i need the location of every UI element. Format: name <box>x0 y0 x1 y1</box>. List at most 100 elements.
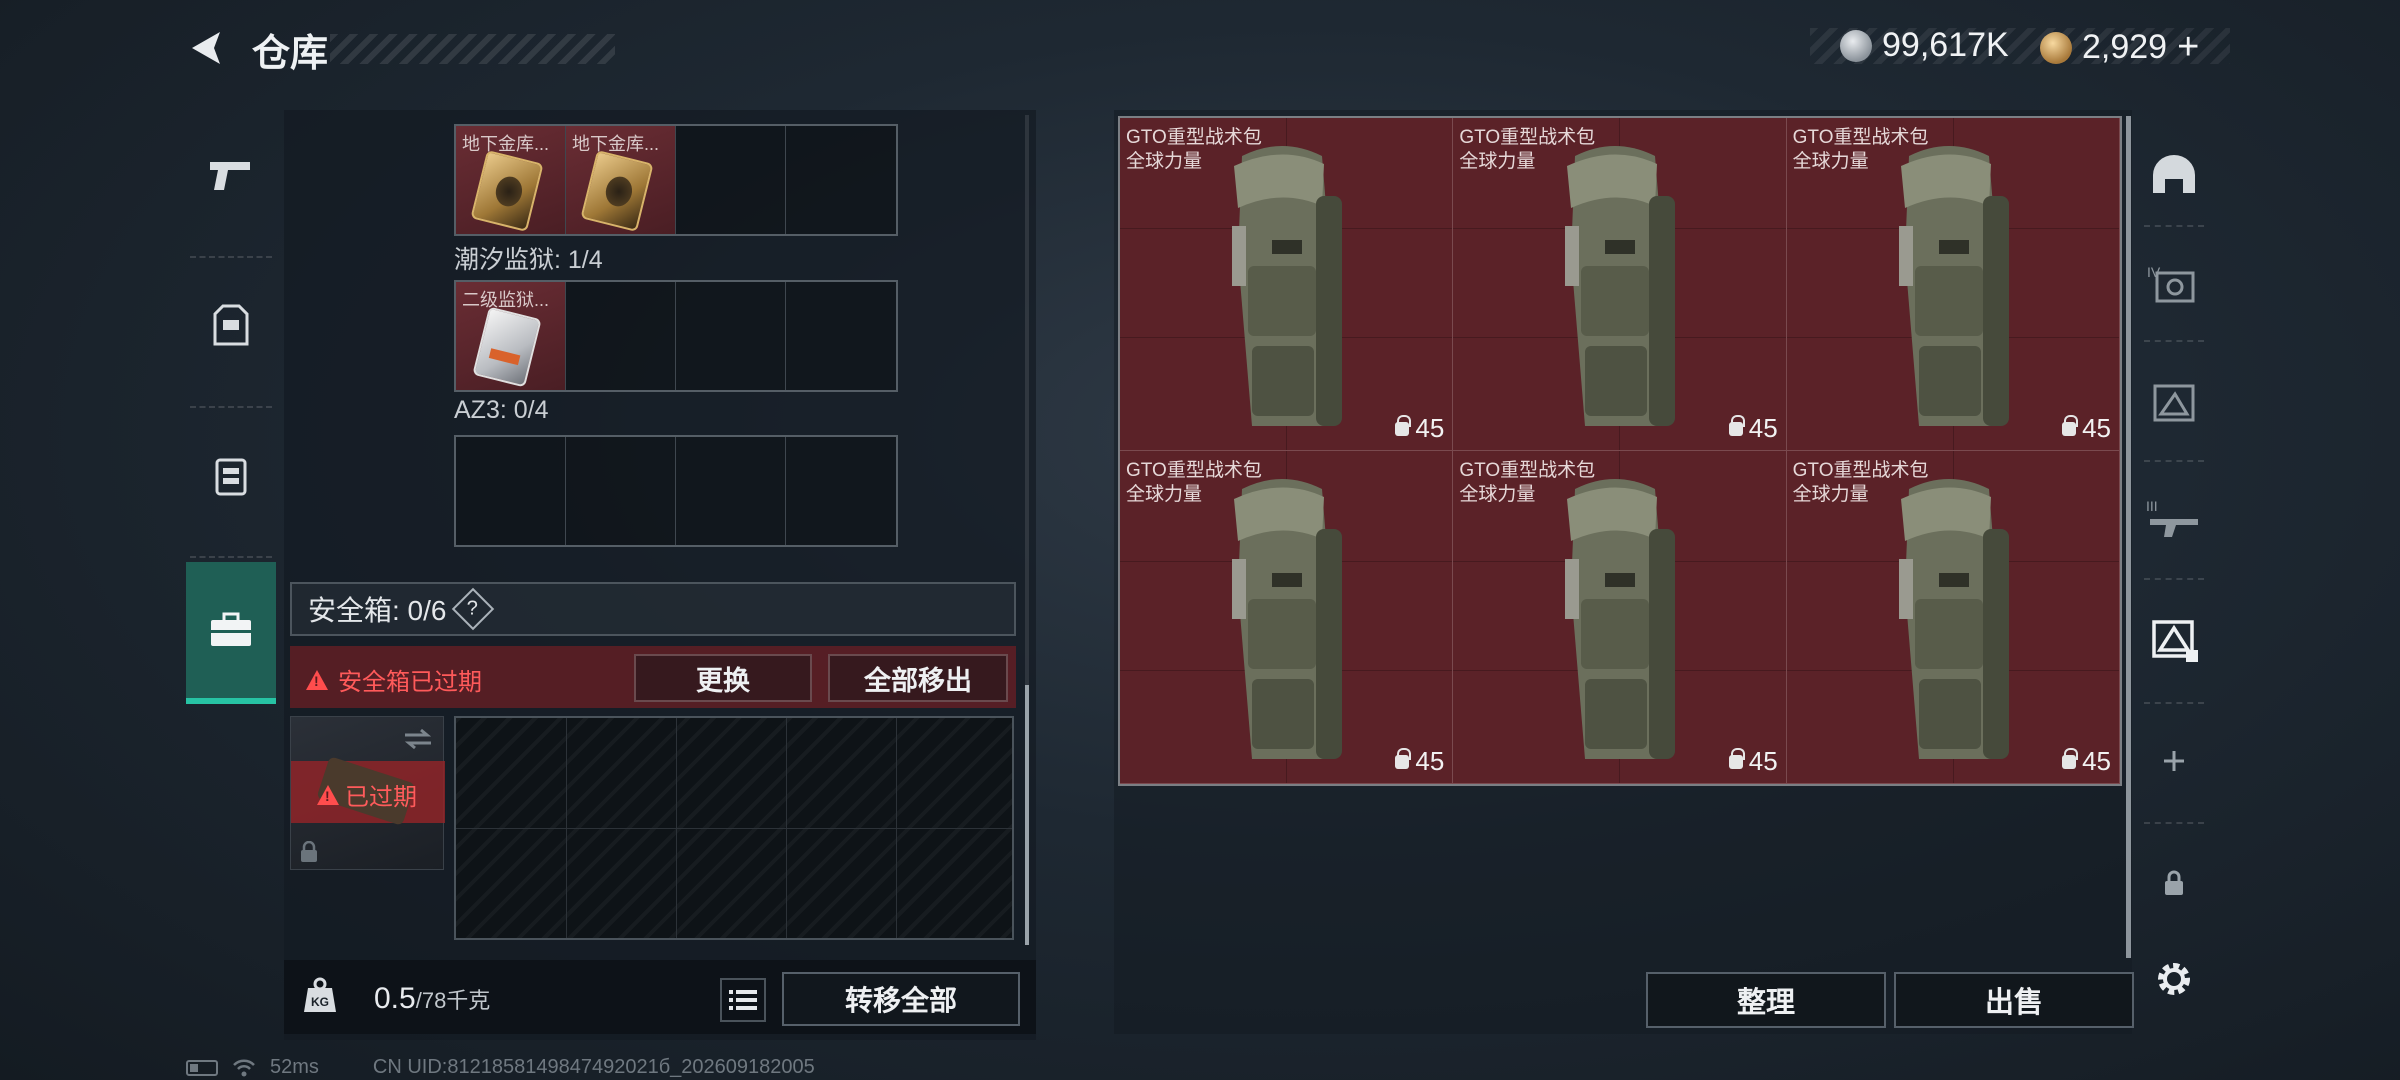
heavy-backpack-icon <box>1232 479 1342 759</box>
item-count: 45 <box>1395 413 1444 444</box>
storage-item-slot[interactable]: GTO重型战术包 全球力量 45 <box>1120 118 1454 451</box>
pistol-icon <box>210 162 250 190</box>
locked-storage-tab[interactable] <box>2134 828 2214 938</box>
sort-button[interactable]: 整理 <box>1646 972 1886 1028</box>
nav-helmet[interactable] <box>2134 120 2214 230</box>
storage-item-slot[interactable]: GTO重型战术包 全球力量 45 <box>1453 118 1787 451</box>
empty-slot[interactable] <box>676 282 786 390</box>
empty-slot[interactable] <box>786 282 896 390</box>
help-button[interactable]: ? <box>452 587 495 631</box>
safe-case-storage-grid <box>454 716 1014 940</box>
back-arrow-icon[interactable] <box>184 26 228 70</box>
storage-item-slot[interactable]: GTO重型战术包 全球力量 45 <box>1786 118 2120 451</box>
page-title: 仓库 <box>252 33 329 75</box>
add-currency-button[interactable]: + <box>2177 26 2199 69</box>
inventory-row-1: 地下金库... 地下金库... <box>454 124 898 236</box>
inventory-item-slot[interactable]: 地下金库... <box>566 126 676 234</box>
nav-safe-case[interactable] <box>186 562 276 704</box>
item-subtitle: 全球力量 <box>1459 151 1536 172</box>
storage-item-slot[interactable]: GTO重型战术包 全球力量 45 <box>1453 451 1787 784</box>
warning-icon <box>306 669 328 690</box>
vault-keycard-icon <box>470 150 544 232</box>
item-count-value: 45 <box>1748 413 1778 443</box>
storage-grid: GTO重型战术包 全球力量 45 GTO重型战术包 全球力量 45 GTO重型战… <box>1118 116 2122 786</box>
nav-rig-tier4[interactable]: IV <box>2134 230 2214 340</box>
carry-weight: 0.5/78千克 <box>374 982 490 1016</box>
bound-lock-icon <box>1395 414 1412 436</box>
swap-icon[interactable] <box>401 727 435 751</box>
empty-slot[interactable] <box>786 437 896 545</box>
empty-slot[interactable] <box>456 437 566 545</box>
bound-lock-icon <box>1728 747 1745 769</box>
add-icon <box>2164 751 2184 771</box>
heavy-backpack-icon <box>1565 146 1676 426</box>
title-decoration <box>330 34 615 64</box>
item-name: GTO重型战术包 <box>1126 127 1262 148</box>
nav-vest[interactable] <box>186 406 276 546</box>
ping-value: 52ms <box>270 1056 319 1078</box>
nav-rifle-tier3[interactable]: III <box>2134 464 2214 574</box>
replace-button[interactable]: 更换 <box>634 654 812 702</box>
item-count-value: 45 <box>2082 746 2111 776</box>
empty-slot[interactable] <box>676 126 786 234</box>
item-count: 45 <box>1395 746 1444 777</box>
armor-icon <box>213 304 249 346</box>
heavy-backpack-icon <box>1565 479 1676 759</box>
inventory-item-slot[interactable]: 地下金库... <box>456 126 566 234</box>
sell-button[interactable]: 出售 <box>1894 972 2134 1028</box>
item-count-value: 45 <box>1415 746 1445 776</box>
settings-button[interactable] <box>2134 924 2214 1034</box>
rig-tier4-icon: IV <box>2147 264 2195 303</box>
weight-max: /78千克 <box>415 988 491 1013</box>
bound-lock-icon <box>2062 747 2079 769</box>
storage-item-slot[interactable]: GTO重型战术包 全球力量 45 <box>1120 451 1454 784</box>
lock-icon <box>2165 870 2183 895</box>
nav-armor[interactable] <box>186 256 276 396</box>
backpack-rig-icon <box>2153 384 2195 422</box>
item-name: 地下金库... <box>462 134 550 154</box>
item-subtitle: 全球力量 <box>1459 484 1536 505</box>
empty-slot[interactable] <box>676 437 786 545</box>
inventory-scrollbar[interactable] <box>1025 115 1029 945</box>
bound-lock-icon <box>1728 414 1745 436</box>
section-label: AZ3: 0/4 <box>454 396 549 424</box>
left-category-nav <box>186 106 276 710</box>
nav-backpack-rig[interactable] <box>2134 348 2214 458</box>
wifi-icon <box>233 1059 255 1076</box>
safe-case-slot[interactable]: 已过期 <box>290 716 445 870</box>
empty-slot[interactable] <box>566 437 676 545</box>
empty-slot[interactable] <box>566 282 676 390</box>
help-icon: ? <box>467 597 480 620</box>
storage-item-slot[interactable]: GTO重型战术包 全球力量 45 <box>1786 451 2120 784</box>
svg-text:III: III <box>2146 498 2158 514</box>
warning-icon <box>317 784 339 805</box>
item-subtitle: 全球力量 <box>1126 484 1203 505</box>
gold-currency[interactable]: 2,929 + <box>2040 26 2199 69</box>
section-label: 潮汐监狱: 1/4 <box>454 246 603 274</box>
nav-storage-backpack[interactable] <box>2134 584 2214 694</box>
rifle-tier3-icon: III <box>2146 498 2198 537</box>
item-count: 45 <box>2062 413 2111 444</box>
add-storage-tab-button[interactable] <box>2134 706 2214 816</box>
item-subtitle: 全球力量 <box>1792 151 1869 172</box>
item-name: GTO重型战术包 <box>1792 127 1929 148</box>
item-count: 45 <box>2062 746 2111 777</box>
nav-weapons[interactable] <box>186 106 276 246</box>
remove-all-button[interactable]: 全部移出 <box>828 654 1008 702</box>
list-view-button[interactable] <box>720 978 766 1022</box>
battery-icon <box>186 1059 218 1076</box>
expired-message: 安全箱已过期 <box>338 669 482 696</box>
item-name: GTO重型战术包 <box>1126 460 1262 481</box>
bound-lock-icon <box>1395 747 1412 769</box>
item-name: 地下金库... <box>572 134 660 154</box>
empty-slot[interactable] <box>786 126 896 234</box>
item-count-value: 45 <box>1415 413 1445 443</box>
storage-backpack-icon <box>2152 620 2198 662</box>
storage-scrollbar[interactable] <box>2126 116 2131 958</box>
inventory-row-2: 二级监狱... <box>454 280 898 392</box>
safe-box-title: 安全箱: 0/6 <box>308 595 447 626</box>
item-subtitle: 全球力量 <box>1126 151 1203 172</box>
inventory-item-slot[interactable]: 二级监狱... <box>456 282 566 390</box>
heavy-backpack-icon <box>1898 479 2009 759</box>
transfer-all-button[interactable]: 转移全部 <box>782 972 1020 1026</box>
